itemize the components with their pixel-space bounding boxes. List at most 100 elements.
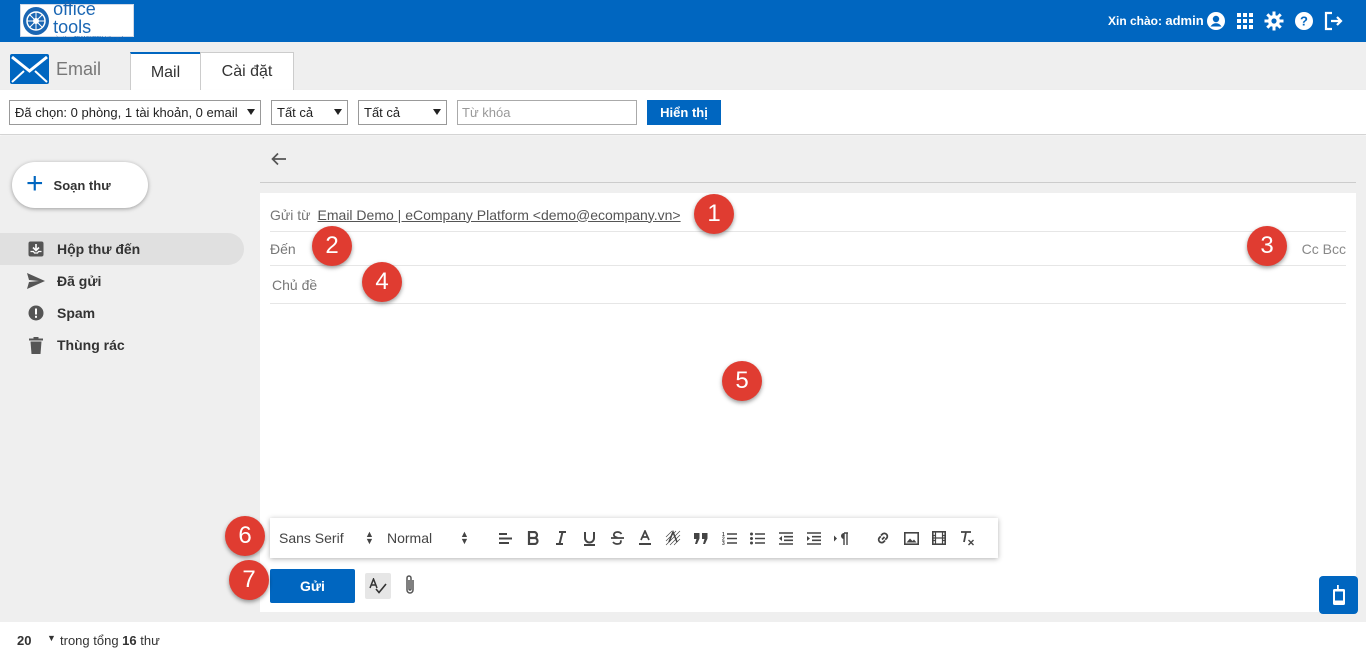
scope-select[interactable]: Đã chọn: 0 phòng, 1 tài khoản, 0 email	[9, 100, 261, 125]
annotation-marker-3: 3	[1247, 226, 1287, 266]
sidebar-item-label: Đã gửi	[57, 273, 102, 289]
keyword-input[interactable]	[457, 100, 637, 125]
greeting: Xin chào: admin	[1108, 13, 1204, 28]
annotation-marker-7: 7	[229, 560, 269, 600]
sidebar-item-sent[interactable]: Đã gửi	[0, 265, 244, 297]
font-size-value: Normal	[387, 530, 433, 546]
tab-settings[interactable]: Cài đặt	[200, 52, 294, 91]
image-icon[interactable]	[901, 528, 921, 548]
chevron-down-icon	[334, 109, 342, 115]
highlight-color-icon[interactable]	[663, 528, 683, 548]
mobile-phone-icon	[1332, 585, 1345, 605]
font-family-select[interactable]: Sans Serif ▲ ▼	[279, 529, 375, 547]
top-bar: office tools nền tảng TEAMWORK hiệu quả …	[0, 0, 1366, 42]
updown-icon: ▲ ▼	[460, 529, 469, 546]
svg-text:3: 3	[722, 541, 725, 545]
font-family-value: Sans Serif	[279, 530, 344, 546]
cc-bcc-links: Cc Bcc	[1302, 241, 1346, 257]
sidebar-item-label: Spam	[57, 305, 96, 321]
indent-icon[interactable]	[803, 528, 823, 548]
to-label: Đến	[270, 240, 296, 257]
plus-icon: +	[26, 166, 44, 200]
annotation-marker-6: 6	[225, 516, 265, 556]
ordered-list-icon[interactable]: 123	[719, 528, 739, 548]
font-size-select[interactable]: Normal ▲ ▼	[387, 529, 473, 547]
annotation-marker-4: 4	[362, 262, 402, 302]
divider	[260, 182, 1356, 183]
total-count-text: trong tổng 16 thư	[60, 633, 160, 648]
compose-button-label: Soạn thư	[53, 177, 111, 193]
bullet-list-icon[interactable]	[747, 528, 767, 548]
annotation-marker-5: 5	[722, 361, 762, 401]
sidebar-item-inbox[interactable]: Hộp thư đến	[0, 233, 244, 265]
app-name-label: Email	[56, 58, 102, 79]
to-row[interactable]: Đến Cc Bcc	[270, 232, 1346, 266]
logo-title: office tools	[53, 0, 96, 37]
total-prefix: trong tổng	[60, 633, 119, 648]
sidebar-item-spam[interactable]: Spam	[0, 297, 244, 329]
total-count: 16	[122, 633, 137, 648]
filter-bar: Đã chọn: 0 phòng, 1 tài khoản, 0 email T…	[0, 90, 1366, 135]
trash-icon	[27, 336, 45, 354]
text-color-icon[interactable]	[635, 528, 655, 548]
text-direction-icon[interactable]	[831, 528, 851, 548]
sidebar-item-label: Thùng rác	[57, 337, 125, 353]
scope-select-value: Đã chọn: 0 phòng, 1 tài khoản, 0 email	[15, 105, 238, 120]
logo-subtitle: nền tảng TEAMWORK hiệu quả	[53, 35, 124, 42]
page-size-select[interactable]: 20	[17, 633, 31, 648]
link-icon[interactable]	[873, 528, 893, 548]
blockquote-icon[interactable]	[691, 528, 711, 548]
bcc-link[interactable]: Bcc	[1323, 241, 1346, 257]
spam-icon	[27, 304, 45, 322]
filter-select-2-value: Tất cả	[364, 105, 401, 120]
pagination-footer: 20 ▼ trong tổng 16 thư	[0, 622, 1366, 657]
strikethrough-icon[interactable]	[607, 528, 627, 548]
filter-select-2[interactable]: Tất cả	[358, 100, 447, 125]
updown-icon: ▲ ▼	[365, 529, 374, 546]
chevron-down-icon	[247, 109, 255, 115]
compose-button[interactable]: + Soạn thư	[12, 162, 148, 208]
video-icon[interactable]	[929, 528, 949, 548]
italic-icon[interactable]	[551, 528, 571, 548]
from-label: Gửi từ	[270, 206, 311, 223]
send-button[interactable]: Gửi	[270, 569, 355, 603]
underline-icon[interactable]	[579, 528, 599, 548]
help-icon[interactable]: ?	[1293, 10, 1315, 32]
user-circle-icon[interactable]	[1205, 10, 1227, 32]
cc-link[interactable]: Cc	[1302, 241, 1319, 257]
tab-mail[interactable]: Mail	[130, 52, 201, 91]
align-icon[interactable]	[495, 528, 515, 548]
svg-text:?: ?	[1300, 14, 1308, 29]
logout-icon[interactable]	[1322, 10, 1344, 32]
caret-down-icon[interactable]: ▼	[47, 633, 56, 643]
subject-placeholder: Chủ đề	[272, 276, 318, 293]
attachment-icon[interactable]	[404, 574, 416, 599]
from-row: Gửi từ Email Demo | eCompany Platform <d…	[270, 198, 1346, 232]
bold-icon[interactable]	[523, 528, 543, 548]
sidebar-item-trash[interactable]: Thùng rác	[0, 329, 244, 361]
annotation-marker-1: 1	[694, 194, 734, 234]
outdent-icon[interactable]	[775, 528, 795, 548]
chevron-down-icon	[433, 109, 441, 115]
formatting-toolbar: Sans Serif ▲ ▼ Normal ▲ ▼ 123	[270, 518, 998, 558]
filter-select-1-value: Tất cả	[277, 105, 314, 120]
email-icon	[10, 54, 49, 84]
back-arrow-icon[interactable]	[270, 150, 288, 171]
filter-select-1[interactable]: Tất cả	[271, 100, 348, 125]
subject-input[interactable]: Chủ đề	[270, 266, 1346, 304]
send-icon	[27, 272, 45, 290]
body-editor[interactable]	[270, 305, 1346, 515]
spellcheck-icon[interactable]	[365, 573, 391, 599]
inbox-icon	[27, 240, 45, 258]
app-logo[interactable]: office tools nền tảng TEAMWORK hiệu quả	[20, 0, 134, 41]
logo-mark-icon	[23, 6, 50, 35]
mobile-app-button[interactable]	[1319, 576, 1358, 614]
gear-icon[interactable]	[1263, 10, 1285, 32]
sidebar-item-label: Hộp thư đến	[57, 241, 141, 257]
apps-grid-icon[interactable]	[1234, 10, 1256, 32]
clear-format-icon[interactable]	[957, 528, 977, 548]
from-account-select[interactable]: Email Demo | eCompany Platform <demo@eco…	[318, 207, 681, 223]
total-suffix: thư	[140, 633, 160, 648]
annotation-marker-2: 2	[312, 226, 352, 266]
show-button[interactable]: Hiển thị	[647, 100, 721, 125]
